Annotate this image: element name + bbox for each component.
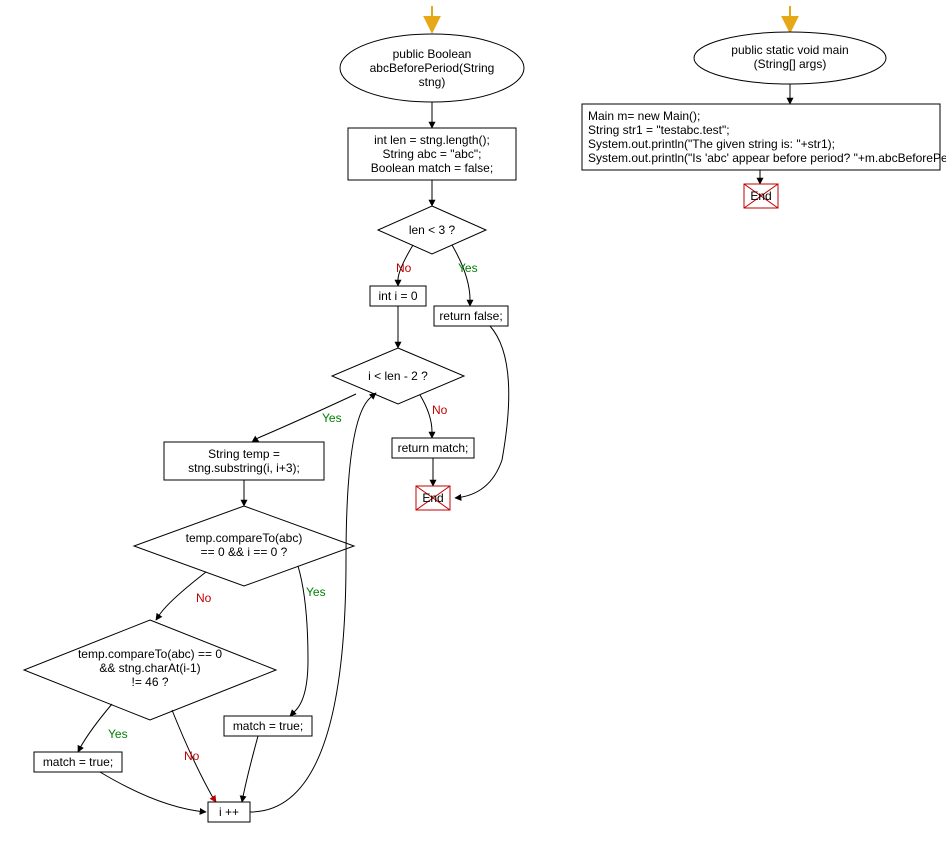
init-line1: int len = stng.length(); [374, 133, 490, 147]
end-node-left: End [416, 486, 450, 510]
decision-len-text: len < 3 ? [409, 223, 456, 237]
loop-yes-label: Yes [322, 411, 342, 425]
main-body-l1: Main m= new Main(); [588, 109, 700, 123]
decision-cmp1-l1: temp.compareTo(abc) [186, 531, 303, 545]
cmp2-no-label: No [184, 749, 200, 763]
main-body-l2: String str1 = "testabc.test"; [588, 123, 730, 137]
decision-cmp1-l2: == 0 && i == 0 ? [201, 545, 288, 559]
cmp1-no-label: No [196, 591, 212, 605]
cmp1-yes-label: Yes [306, 585, 326, 599]
decision-cmp2-l3: != 46 ? [131, 675, 168, 689]
func-sig-line1: public Boolean [393, 47, 472, 61]
len-no-label: No [396, 261, 412, 275]
temp-line1: String temp = [208, 447, 280, 461]
end-node-right: End [744, 184, 778, 208]
return-match-text: return match; [398, 441, 469, 455]
int-i-text: int i = 0 [378, 289, 417, 303]
main-body-l4: System.out.println("Is 'abc' appear befo… [588, 151, 946, 165]
main-sig-l1: public static void main [731, 43, 848, 57]
func-sig-line2: abcBeforePeriod(String [370, 61, 495, 75]
temp-line2: stng.substring(i, i+3); [188, 461, 300, 475]
decision-loop-text: i < len - 2 ? [368, 369, 428, 383]
match-true-left-text: match = true; [43, 755, 113, 769]
init-line2: String abc = "abc"; [383, 147, 482, 161]
decision-cmp2-l2: && stng.charAt(i-1) [99, 661, 200, 675]
cmp2-yes-label: Yes [108, 727, 128, 741]
end-text-right: End [750, 189, 771, 203]
return-false-text: return false; [439, 309, 502, 323]
main-sig-l2: (String[] args) [754, 57, 827, 71]
init-line3: Boolean match = false; [371, 161, 493, 175]
i-plus-text: i ++ [219, 805, 239, 819]
decision-cmp2-l1: temp.compareTo(abc) == 0 [78, 647, 222, 661]
match-true-right-text: match = true; [233, 719, 303, 733]
end-text-left: End [422, 491, 443, 505]
func-sig-line3: stng) [419, 75, 446, 89]
flowchart-canvas: public Boolean abcBeforePeriod(String st… [0, 0, 946, 844]
len-yes-label: Yes [458, 261, 478, 275]
loop-no-label: No [432, 403, 448, 417]
main-body-l3: System.out.println("The given string is:… [588, 137, 835, 151]
